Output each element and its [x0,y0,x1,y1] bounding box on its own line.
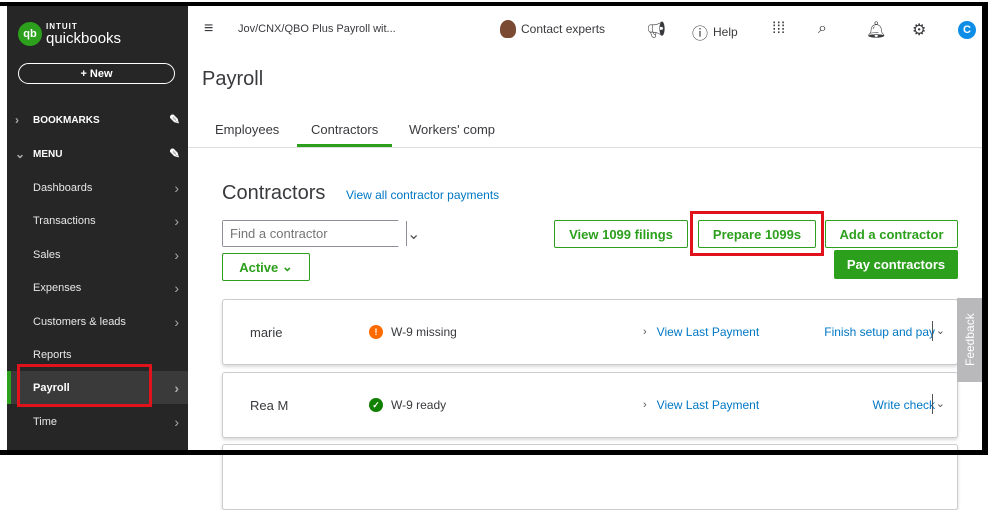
contact-experts-button[interactable]: Contact experts [500,20,605,38]
pencil-icon[interactable]: ✎ [169,112,180,128]
bookmarks-label: BOOKMARKS [33,114,100,126]
sidebar-item-label: Expenses [33,281,82,294]
sidebar-item-expenses[interactable]: Expenses › [7,271,188,304]
gear-icon[interactable]: ⚙ [912,20,926,40]
status-filter-dropdown[interactable]: Active ⌄ [222,253,310,281]
contact-experts-label: Contact experts [521,22,606,36]
tab-contractors[interactable]: Contractors [296,122,393,147]
sidebar-item-label: Reports [33,348,72,361]
view-last-payment-link[interactable]: View Last Payment [657,398,760,412]
menu-label: MENU [33,148,63,160]
screenshot-border [982,2,988,455]
search-input[interactable] [223,221,406,246]
sidebar-item-label: Transactions [33,214,96,227]
bell-icon[interactable]: 🔔︎ [866,20,886,40]
status-label: W-9 missing [391,325,457,339]
view-all-contractor-payments-link[interactable]: View all contractor payments [346,188,499,202]
sidebar-item-transactions[interactable]: Transactions › [7,204,188,237]
chevron-right-icon: › [174,379,179,396]
tab-workers-comp[interactable]: Workers' comp [409,122,495,137]
contractor-name[interactable]: marie [250,325,283,340]
apps-grid-icon[interactable]: ⁞⁞⁞ [772,20,785,38]
menu-section[interactable]: ⌄ MENU ✎ [15,146,180,162]
pay-contractors-button[interactable]: Pay contractors [834,250,958,279]
search-icon[interactable]: ⌕ [818,20,827,38]
contractor-row: marie ! W-9 missing › View Last Payment Fi… [222,299,958,365]
contractors-heading: Contractors [222,182,326,204]
view-1099-filings-button[interactable]: View 1099 filings [554,220,688,248]
write-check-link[interactable]: Write check [873,398,935,412]
contractor-name[interactable]: Rea M [250,398,288,413]
add-contractor-button[interactable]: Add a contractor [825,220,958,248]
sidebar-item-time[interactable]: Time › [7,405,188,438]
chevron-right-icon: › [174,279,179,296]
screenshot-border [0,450,988,455]
finish-setup-and-pay-link[interactable]: Finish setup and pay [824,325,935,339]
sidebar-item-dashboards[interactable]: Dashboards › [7,171,188,204]
chevron-down-icon[interactable]: ⌄ [931,321,945,341]
top-bar: ≡ Jov/CNX/QBO Plus Payroll wit... Contac… [188,6,982,52]
chevron-right-icon: › [174,212,179,229]
sidebar-item-sales[interactable]: Sales › [7,238,188,271]
page-title: Payroll [202,68,264,90]
sidebar-item-customers-leads[interactable]: Customers & leads › [7,305,188,338]
view-last-payment-link[interactable]: View Last Payment [657,325,760,339]
chevron-right-icon: › [174,246,179,263]
check-icon: ✓ [369,398,383,412]
w9-status: ✓ W-9 ready [369,398,446,412]
status-label: W-9 ready [391,398,447,412]
company-name[interactable]: Jov/CNX/QBO Plus Payroll wit... [238,23,396,35]
tab-employees[interactable]: Employees [215,122,279,137]
new-button[interactable]: + New [18,63,175,84]
chevron-right-icon: › [174,313,179,330]
chevron-right-icon: › [643,399,647,411]
contractor-search[interactable]: ⌄ [222,220,420,247]
chevron-down-icon[interactable]: ⌄ [406,221,420,246]
chevron-right-icon: › [174,413,179,430]
qb-logo-icon: qb [18,22,42,46]
sidebar-item-label: Sales [33,248,61,261]
contractor-row: Rea M ✓ W-9 ready › View Last Payment Writ… [222,372,958,438]
help-icon: ⓘ [692,26,709,43]
filter-label: Active [239,259,279,275]
help-label: Help [713,25,738,39]
sidebar-item-label: Time [33,415,58,428]
highlight-prepare-1099s [690,211,824,256]
feedback-tab[interactable]: Feedback [957,298,983,382]
sidebar-item-label: Customers & leads [33,315,126,328]
chevron-right-icon: › [174,179,179,196]
bookmarks-section[interactable]: › BOOKMARKS ✎ [15,112,180,128]
logo-wordmark: quickbooks [46,29,122,47]
quickbooks-logo[interactable]: qb INTUIT quickbooks [18,22,121,46]
avatar[interactable]: C [958,21,976,39]
menu-toggle-icon[interactable]: ≡ [204,20,213,38]
chevron-down-icon: ⌄ [15,147,26,161]
warning-icon: ! [369,325,383,339]
highlight-payroll [17,364,152,407]
megaphone-icon[interactable]: 📢︎ [646,20,666,40]
sidebar-item-label: Dashboards [33,181,93,194]
pencil-icon[interactable]: ✎ [169,146,180,162]
chevron-right-icon: › [643,326,647,338]
expert-avatar-icon [500,20,516,38]
w9-status: ! W-9 missing [369,325,457,339]
chevron-down-icon[interactable]: ⌄ [931,394,945,414]
chevron-right-icon: › [15,113,19,127]
help-button[interactable]: ⓘ Help [692,20,738,44]
chevron-down-icon: ⌄ [281,259,293,274]
avatar-initial: C [958,21,976,39]
payroll-tabs: Employees Contractors Workers' comp [188,112,982,148]
